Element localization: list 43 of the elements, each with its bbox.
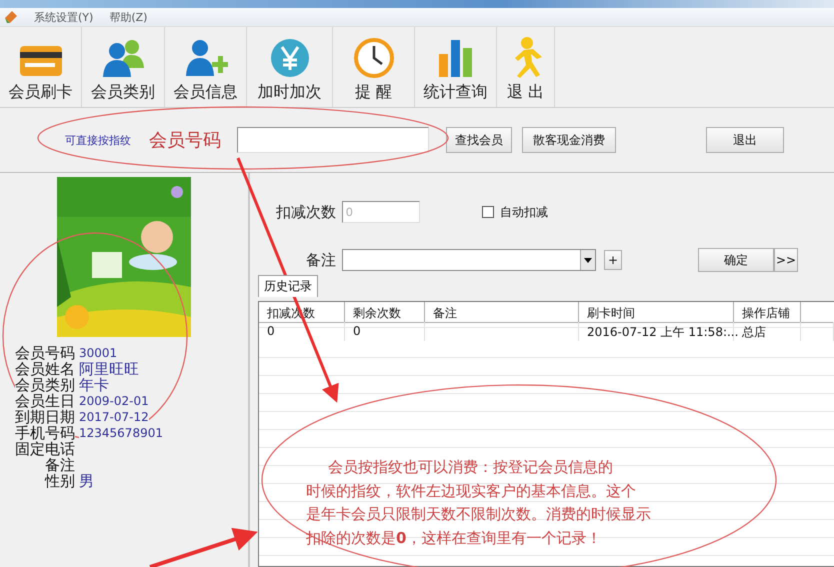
dropdown-arrow-icon — [584, 258, 592, 262]
remark-dropdown[interactable] — [342, 249, 596, 271]
clock-icon — [354, 38, 394, 78]
field-value: 2017-07-12 — [79, 409, 149, 425]
yen-coin-icon — [270, 38, 310, 78]
users-icon — [101, 38, 145, 78]
tab[interactable]: 历史记录 — [258, 275, 318, 297]
field-label: 会员生日 — [15, 393, 75, 409]
remark-label: 备注 — [305, 250, 336, 270]
field-label: 会员类别 — [15, 377, 75, 393]
field-label: 会员号码 — [15, 345, 75, 361]
hint-text: 可直接按指纹 — [65, 132, 131, 148]
column-header[interactable]: 剩余次数 — [345, 302, 425, 323]
column-header[interactable]: 操作店铺 — [734, 302, 801, 323]
field-label: 会员姓名 — [15, 361, 75, 377]
exit-button[interactable]: 退出 — [706, 127, 784, 153]
field-value: 年卡 — [79, 377, 109, 393]
more-button[interactable]: >> — [774, 248, 798, 272]
field-value: 阿里旺旺 — [79, 361, 139, 377]
field-label: 固定电话 — [15, 441, 75, 457]
checkbox-label: 自动扣减 — [500, 204, 548, 220]
add-user-icon — [184, 38, 228, 78]
member-number-label: 会员号码 — [149, 129, 221, 152]
credit-card-icon — [18, 44, 62, 78]
app-logo-icon — [4, 10, 18, 24]
member-number-field[interactable] — [237, 127, 429, 153]
table-cell: 0 — [259, 322, 345, 341]
field-value: 男 — [79, 473, 94, 489]
find-member-button[interactable]: 查找会员 — [446, 127, 512, 153]
field-label: 手机号码 — [15, 425, 75, 441]
menu-item[interactable]: 系统设置(Y) — [34, 10, 94, 24]
field-label: 性别 — [45, 473, 75, 489]
field-label: 备注 — [45, 457, 75, 473]
column-header[interactable]: 备注 — [425, 302, 579, 323]
table-cell: 0 — [345, 322, 425, 341]
field-label: 到期日期 — [15, 409, 75, 425]
column-header[interactable]: 刷卡时间 — [579, 302, 734, 323]
confirm-button[interactable]: 确定 — [698, 248, 774, 272]
field-value: 12345678901 — [79, 425, 163, 441]
deduct-label: 扣减次数 — [275, 202, 336, 222]
menu-item[interactable]: 帮助(Z) — [109, 10, 148, 24]
cash-consume-button[interactable]: 散客现金消费 — [522, 127, 616, 153]
add-button[interactable]: + — [604, 250, 622, 270]
